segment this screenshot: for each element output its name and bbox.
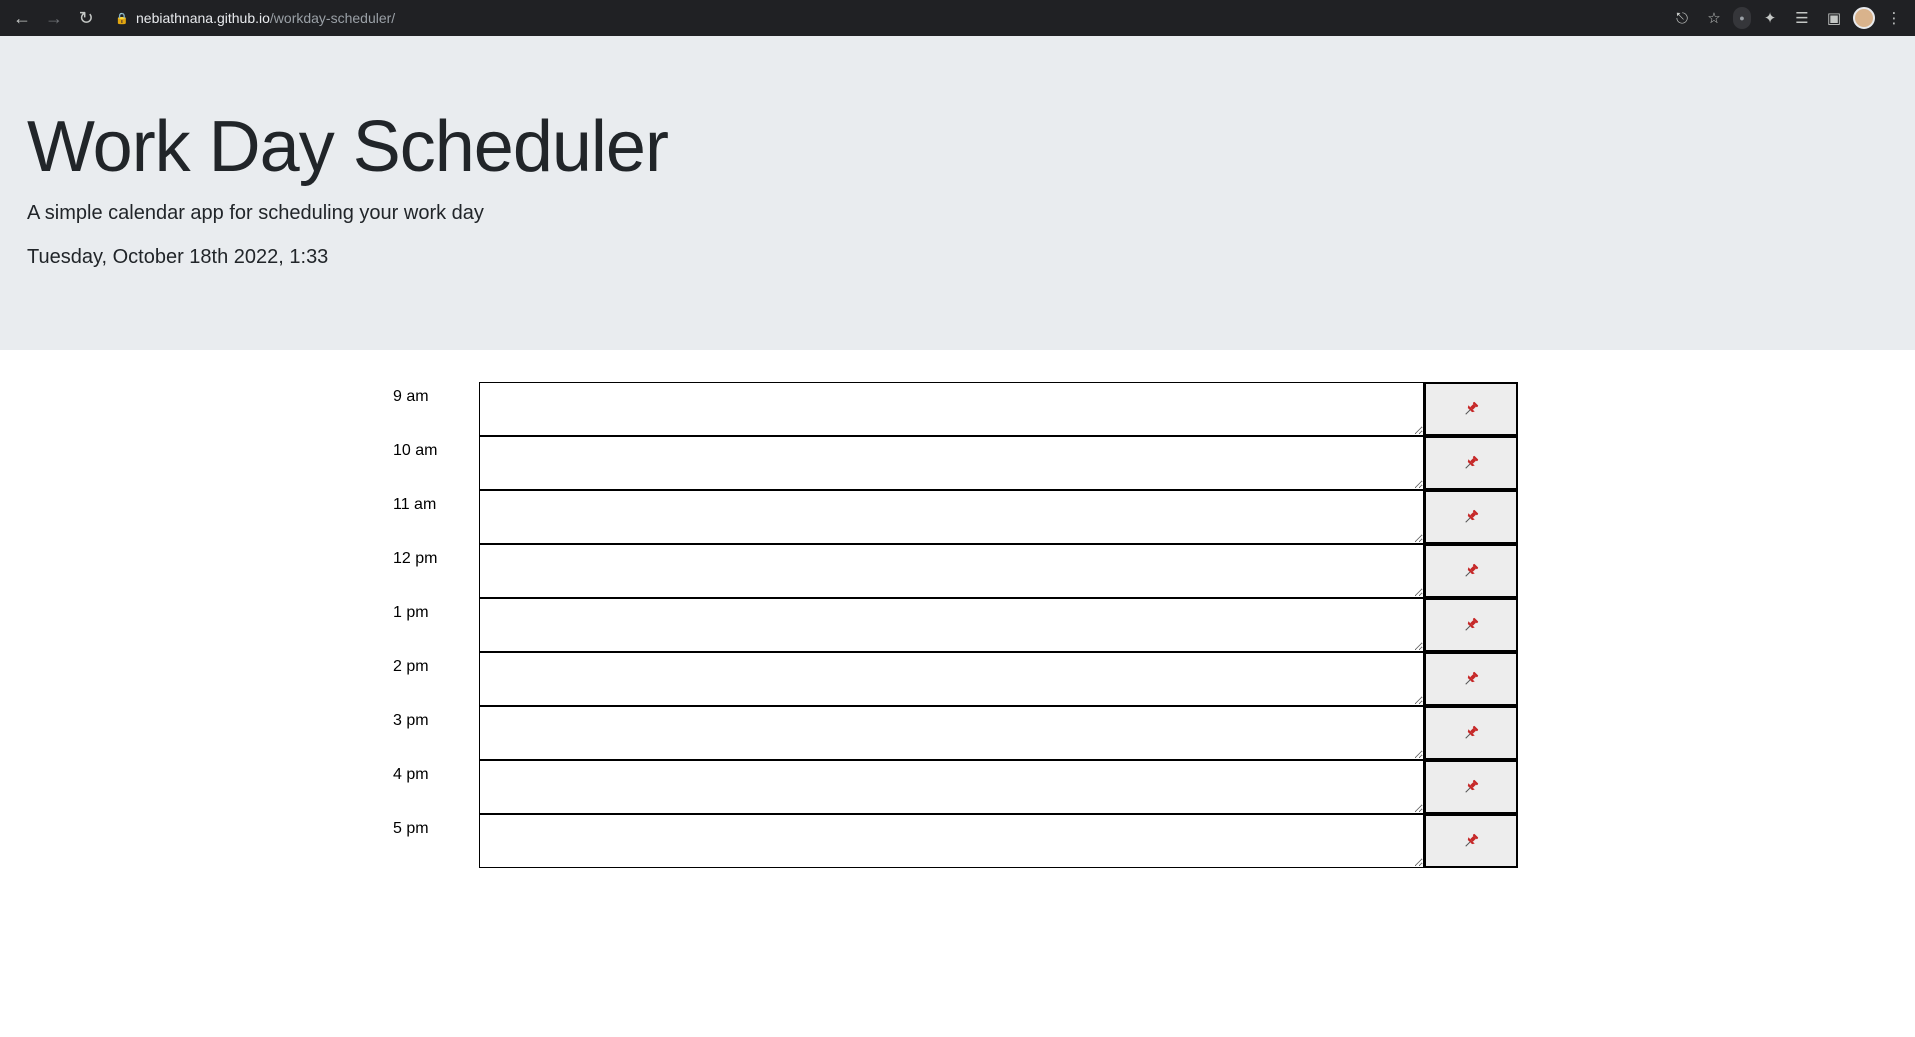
header-jumbotron: Work Day Scheduler A simple calendar app… xyxy=(0,36,1915,350)
pushpin-icon xyxy=(1465,779,1478,793)
browser-toolbar: ← → ↻ 🔒 nebiathnana.github.io/workday-sc… xyxy=(0,0,1915,36)
time-block-row: 10 am xyxy=(393,436,1518,490)
hour-label: 2 pm xyxy=(393,658,429,675)
page-title: Work Day Scheduler xyxy=(27,107,669,187)
puzzle-extensions-icon[interactable]: ✦ xyxy=(1757,5,1783,31)
save-button[interactable] xyxy=(1423,544,1518,598)
event-description-input[interactable] xyxy=(479,544,1424,598)
time-block-row: 1 pm xyxy=(393,598,1518,652)
back-arrow-icon[interactable]: ← xyxy=(8,4,36,32)
page-lead: A simple calendar app for scheduling you… xyxy=(27,202,484,225)
url-host: nebiathnana.github.io xyxy=(136,10,270,26)
event-description-input[interactable] xyxy=(479,814,1424,868)
reading-list-icon[interactable]: ☰ xyxy=(1789,5,1815,31)
bookmark-star-icon[interactable]: ☆ xyxy=(1701,5,1727,31)
save-button[interactable] xyxy=(1423,814,1518,868)
time-block-row: 4 pm xyxy=(393,760,1518,814)
event-description-input[interactable] xyxy=(479,652,1424,706)
save-button[interactable] xyxy=(1423,652,1518,706)
hour-label: 12 pm xyxy=(393,550,438,567)
time-block-row: 11 am xyxy=(393,490,1518,544)
event-description-input[interactable] xyxy=(479,436,1424,490)
pushpin-icon xyxy=(1465,671,1478,685)
save-button[interactable] xyxy=(1423,706,1518,760)
save-button[interactable] xyxy=(1423,490,1518,544)
extension-pill-icon[interactable]: ● xyxy=(1733,7,1751,29)
event-description-input[interactable] xyxy=(479,598,1424,652)
save-button[interactable] xyxy=(1423,382,1518,436)
time-block-row: 3 pm xyxy=(393,706,1518,760)
side-panel-icon[interactable]: ▣ xyxy=(1821,5,1847,31)
pushpin-icon xyxy=(1465,833,1478,847)
save-button[interactable] xyxy=(1423,760,1518,814)
hour-label: 1 pm xyxy=(393,604,429,621)
pushpin-icon xyxy=(1465,617,1478,631)
hour-label: 4 pm xyxy=(393,766,429,783)
time-block-row: 9 am xyxy=(393,382,1518,436)
pushpin-icon xyxy=(1465,563,1478,577)
save-button[interactable] xyxy=(1423,598,1518,652)
save-button[interactable] xyxy=(1423,436,1518,490)
share-icon[interactable]: ⎋ xyxy=(1669,5,1695,31)
event-description-input[interactable] xyxy=(479,490,1424,544)
profile-avatar[interactable] xyxy=(1853,7,1875,29)
time-block-row: 12 pm xyxy=(393,544,1518,598)
pushpin-icon xyxy=(1465,725,1478,739)
url-path: /workday-scheduler/ xyxy=(269,10,396,26)
kebab-menu-icon[interactable]: ⋮ xyxy=(1881,5,1907,31)
event-description-input[interactable] xyxy=(479,760,1424,814)
pushpin-icon xyxy=(1465,509,1478,523)
hour-label: 3 pm xyxy=(393,712,429,729)
event-description-input[interactable] xyxy=(479,382,1424,436)
time-block-row: 2 pm xyxy=(393,652,1518,706)
event-description-input[interactable] xyxy=(479,706,1424,760)
time-block-row: 5 pm xyxy=(393,814,1518,868)
pushpin-icon xyxy=(1465,455,1478,469)
hour-label: 10 am xyxy=(393,442,438,459)
address-bar[interactable]: 🔒 nebiathnana.github.io/workday-schedule… xyxy=(114,4,1669,32)
pushpin-icon xyxy=(1465,401,1478,415)
forward-arrow-icon[interactable]: → xyxy=(40,4,68,32)
schedule-container: 9 am 10 am 11 am 12 pm 1 pm 2 pm 3 pm 4 … xyxy=(393,382,1518,868)
lock-icon[interactable]: 🔒 xyxy=(114,12,130,25)
hour-label: 9 am xyxy=(393,388,429,405)
reload-icon[interactable]: ↻ xyxy=(72,4,100,32)
current-day: Tuesday, October 18th 2022, 1:33 xyxy=(27,246,329,269)
hour-label: 5 pm xyxy=(393,820,429,837)
hour-label: 11 am xyxy=(393,496,437,513)
